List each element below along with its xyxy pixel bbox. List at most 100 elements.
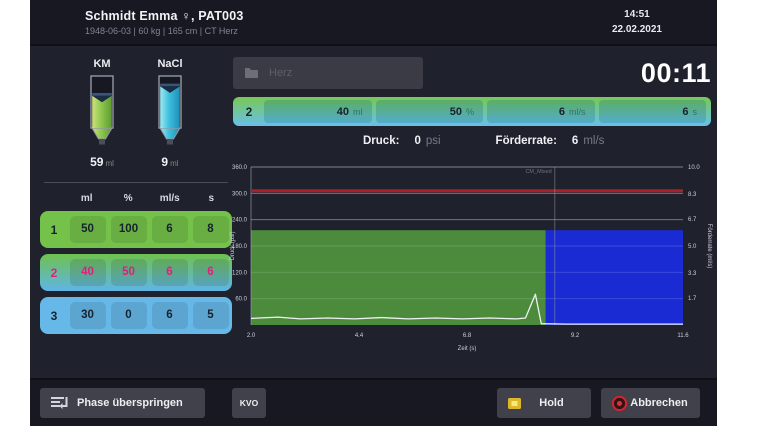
- syringe-nacl-label: NaCl: [141, 58, 199, 70]
- flowrate-label: Förderrate:: [496, 135, 557, 147]
- elapsed-timer: 00:11: [641, 58, 711, 89]
- phase-table: ml % ml/s s 1 50 100 6 8 2 40 50 6: [40, 193, 232, 334]
- flowrate-value: 6: [572, 135, 578, 147]
- phase-number: 1: [41, 223, 67, 237]
- syringe-km-volume-unit: ml: [105, 159, 113, 168]
- phase-percent: 0: [111, 302, 147, 329]
- svg-text:Zeit (s): Zeit (s): [458, 346, 477, 352]
- svg-text:9.2: 9.2: [571, 333, 580, 339]
- col-header-ml: ml: [66, 193, 108, 204]
- syringe-km-volume-value: 59: [90, 155, 103, 169]
- phase-row-2-active[interactable]: 2 40 50 6 6: [40, 254, 232, 291]
- pressure-value: 0: [414, 135, 420, 147]
- svg-text:6.8: 6.8: [463, 333, 472, 339]
- svg-text:6.7: 6.7: [688, 217, 697, 223]
- svg-text:60.0: 60.0: [235, 297, 247, 303]
- patient-info: Schmidt Emma ♀, PAT003 1948-06-03 | 60 k…: [85, 9, 244, 36]
- svg-text:300.0: 300.0: [232, 191, 248, 197]
- syringe-km-label: KM: [73, 58, 131, 70]
- injection-chart: CM_Mixed360.0300.0240.0180.0120.060.010.…: [227, 158, 713, 354]
- phase-duration: 5: [193, 302, 229, 329]
- clock-time: 14:51: [612, 7, 662, 22]
- header-bar: Schmidt Emma ♀, PAT003 1948-06-03 | 60 k…: [30, 0, 717, 46]
- phase-duration: 6: [193, 259, 229, 286]
- hold-button[interactable]: Hold: [497, 388, 591, 418]
- hold-pause-icon: [507, 397, 522, 410]
- phase-number: 3: [41, 309, 67, 323]
- svg-text:2.0: 2.0: [247, 333, 256, 339]
- hold-label: Hold: [522, 397, 581, 409]
- kvo-label: KVO: [240, 398, 258, 408]
- col-header-flow: ml/s: [149, 193, 191, 204]
- current-phase-volume: 40 ml: [264, 100, 372, 123]
- kvo-button[interactable]: KVO: [232, 388, 266, 418]
- folder-icon: [244, 67, 259, 79]
- divider: [44, 182, 228, 183]
- injector-app: Schmidt Emma ♀, PAT003 1948-06-03 | 60 k…: [30, 0, 717, 426]
- syringe-km-volume: 59ml: [73, 155, 131, 169]
- svg-text:360.0: 360.0: [232, 165, 248, 171]
- patient-name: Schmidt Emma ♀, PAT003: [85, 9, 244, 23]
- svg-text:Förderrate (ml/s): Förderrate (ml/s): [706, 224, 712, 269]
- cancel-stop-icon: [611, 395, 628, 412]
- svg-text:10.0: 10.0: [688, 165, 700, 171]
- phase-table-header: ml % ml/s s: [40, 193, 232, 204]
- phase-row-3[interactable]: 3 30 0 6 5: [40, 297, 232, 334]
- main-area: KM 59ml NaCl: [30, 46, 717, 378]
- syringe-km[interactable]: KM 59ml: [73, 58, 131, 169]
- clock-date: 22.02.2021: [612, 22, 662, 37]
- svg-text:1.7: 1.7: [688, 296, 697, 302]
- phase-ml: 50: [70, 216, 106, 243]
- cancel-label: Abbrechen: [628, 397, 690, 409]
- skip-phase-label: Phase überspringen: [77, 397, 183, 409]
- protocol-button[interactable]: Herz: [233, 57, 423, 89]
- svg-text:5.0: 5.0: [688, 244, 697, 250]
- injection-panel: Herz 00:11 2 40 ml 50 % 6 ml/s: [233, 56, 711, 359]
- phase-flow: 6: [152, 216, 188, 243]
- syringe-panel: KM 59ml NaCl: [40, 56, 232, 340]
- phase-percent: 100: [111, 216, 147, 243]
- datetime: 14:51 22.02.2021: [612, 7, 662, 37]
- svg-text:3.3: 3.3: [688, 271, 697, 277]
- col-header-seconds: s: [191, 193, 233, 204]
- syringe-nacl[interactable]: NaCl 9ml: [141, 58, 199, 169]
- phase-duration: 8: [193, 216, 229, 243]
- svg-text:CM_Mixed: CM_Mixed: [525, 169, 551, 175]
- syringe-nacl-volume-value: 9: [161, 155, 168, 169]
- syringe-nacl-volume: 9ml: [141, 155, 199, 169]
- phase-flow: 6: [152, 259, 188, 286]
- current-phase-percent: 50 %: [376, 100, 484, 123]
- pressure-unit: psi: [426, 135, 441, 147]
- svg-text:Druck (psi): Druck (psi): [230, 231, 236, 260]
- current-phase-flowrate: 6 ml/s: [487, 100, 595, 123]
- syringe-nacl-graphic: [141, 74, 199, 153]
- col-header-percent: %: [108, 193, 150, 204]
- current-phase-number: 2: [236, 105, 262, 119]
- syringe-row: KM 59ml NaCl: [40, 56, 232, 169]
- svg-text:4.4: 4.4: [355, 333, 364, 339]
- live-readouts: Druck: 0 psi Förderrate: 6 ml/s: [233, 135, 711, 147]
- phase-flow: 6: [152, 302, 188, 329]
- phase-percent: 50: [111, 259, 147, 286]
- svg-text:11.6: 11.6: [677, 333, 689, 339]
- syringe-nacl-volume-unit: ml: [170, 159, 178, 168]
- skip-phase-button[interactable]: Phase überspringen: [40, 388, 205, 418]
- svg-text:120.0: 120.0: [232, 270, 248, 276]
- cancel-button[interactable]: Abbrechen: [601, 388, 700, 418]
- phase-ml: 30: [70, 302, 106, 329]
- protocol-name: Herz: [269, 67, 292, 79]
- patient-details: 1948-06-03 | 60 kg | 165 cm | CT Herz: [85, 26, 244, 36]
- svg-text:8.3: 8.3: [688, 192, 697, 198]
- chart-area: CM_Mixed360.0300.0240.0180.0120.060.010.…: [227, 158, 711, 359]
- syringe-km-graphic: [73, 74, 131, 153]
- current-phase-bar: 2 40 ml 50 % 6 ml/s 6 s: [233, 97, 711, 126]
- flowrate-unit: ml/s: [583, 135, 604, 147]
- svg-text:240.0: 240.0: [232, 218, 248, 224]
- pressure-label: Druck:: [363, 135, 399, 147]
- current-phase-duration: 6 s: [599, 100, 707, 123]
- footer-bar: Phase überspringen KVO Hold Abbrechen: [30, 378, 717, 426]
- skip-phase-icon: [50, 396, 68, 410]
- phase-number: 2: [41, 266, 67, 280]
- phase-ml: 40: [70, 259, 106, 286]
- phase-row-1[interactable]: 1 50 100 6 8: [40, 211, 232, 248]
